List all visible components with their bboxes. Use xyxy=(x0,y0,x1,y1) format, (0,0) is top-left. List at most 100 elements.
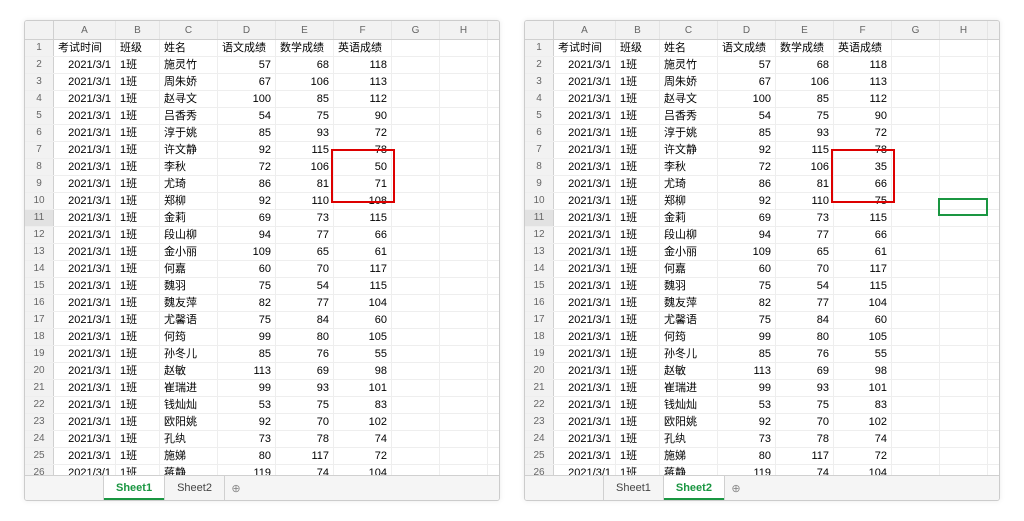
cell-A4[interactable]: 2021/3/1 xyxy=(554,91,616,107)
cell-C7[interactable]: 许文静 xyxy=(660,142,718,158)
cell-H3[interactable] xyxy=(440,74,488,90)
cell-E5[interactable]: 75 xyxy=(776,108,834,124)
row-header-9[interactable]: 9 xyxy=(525,176,554,192)
column-header-G[interactable]: G xyxy=(892,21,940,39)
column-header-D[interactable]: D xyxy=(218,21,276,39)
sheet-tab-sheet2[interactable]: Sheet2 xyxy=(165,476,225,500)
cell-G11[interactable] xyxy=(392,210,440,226)
header-cell-C[interactable]: 姓名 xyxy=(660,40,718,56)
cell-G24[interactable] xyxy=(392,431,440,447)
row-header-9[interactable]: 9 xyxy=(25,176,54,192)
cell-C7[interactable]: 许文静 xyxy=(160,142,218,158)
cell-H11[interactable] xyxy=(440,210,488,226)
cell-E22[interactable]: 75 xyxy=(276,397,334,413)
cell-B7[interactable]: 1班 xyxy=(616,142,660,158)
header-cell-D[interactable]: 语文成绩 xyxy=(218,40,276,56)
row-header-16[interactable]: 16 xyxy=(525,295,554,311)
cell-F3[interactable]: 113 xyxy=(834,74,892,90)
cell-B4[interactable]: 1班 xyxy=(616,91,660,107)
cell-D9[interactable]: 86 xyxy=(218,176,276,192)
row-header-12[interactable]: 12 xyxy=(25,227,54,243)
cell-A10[interactable]: 2021/3/1 xyxy=(54,193,116,209)
cell-F7[interactable]: 78 xyxy=(334,142,392,158)
cell-E11[interactable]: 73 xyxy=(276,210,334,226)
cell-H10[interactable] xyxy=(440,193,488,209)
row-header-23[interactable]: 23 xyxy=(25,414,54,430)
cell-B14[interactable]: 1班 xyxy=(616,261,660,277)
cell-B24[interactable]: 1班 xyxy=(616,431,660,447)
cell-E13[interactable]: 65 xyxy=(276,244,334,260)
cell-A5[interactable]: 2021/3/1 xyxy=(54,108,116,124)
cell-D13[interactable]: 109 xyxy=(218,244,276,260)
row-header-8[interactable]: 8 xyxy=(25,159,54,175)
row-header-4[interactable]: 4 xyxy=(25,91,54,107)
cell-D6[interactable]: 85 xyxy=(218,125,276,141)
cell-G22[interactable] xyxy=(892,397,940,413)
cell-D16[interactable]: 82 xyxy=(718,295,776,311)
cell-B8[interactable]: 1班 xyxy=(616,159,660,175)
cell-D19[interactable]: 85 xyxy=(718,346,776,362)
cell-B3[interactable]: 1班 xyxy=(616,74,660,90)
cell-C18[interactable]: 何筠 xyxy=(160,329,218,345)
cell-G17[interactable] xyxy=(392,312,440,328)
cell-C19[interactable]: 孙冬儿 xyxy=(160,346,218,362)
cell-B20[interactable]: 1班 xyxy=(116,363,160,379)
cell-C10[interactable]: 郑柳 xyxy=(160,193,218,209)
cell-F5[interactable]: 90 xyxy=(834,108,892,124)
column-header-B[interactable]: B xyxy=(116,21,160,39)
cell-H4[interactable] xyxy=(940,91,988,107)
cell-F5[interactable]: 90 xyxy=(334,108,392,124)
cell-D22[interactable]: 53 xyxy=(218,397,276,413)
cell-A20[interactable]: 2021/3/1 xyxy=(554,363,616,379)
cell-E11[interactable]: 73 xyxy=(776,210,834,226)
header-cell-F[interactable]: 英语成绩 xyxy=(334,40,392,56)
cell-G16[interactable] xyxy=(892,295,940,311)
sheet-tab-sheet1[interactable]: Sheet1 xyxy=(104,476,165,500)
header-cell-B[interactable]: 班级 xyxy=(116,40,160,56)
cell-C23[interactable]: 欧阳姚 xyxy=(660,414,718,430)
cell-C4[interactable]: 赵寻文 xyxy=(160,91,218,107)
cell-H20[interactable] xyxy=(940,363,988,379)
cell-F10[interactable]: 75 xyxy=(834,193,892,209)
cell-B13[interactable]: 1班 xyxy=(116,244,160,260)
cell-A21[interactable]: 2021/3/1 xyxy=(54,380,116,396)
cell-A25[interactable]: 2021/3/1 xyxy=(554,448,616,464)
cell-B10[interactable]: 1班 xyxy=(116,193,160,209)
cell-A11[interactable]: 2021/3/1 xyxy=(554,210,616,226)
cell-F4[interactable]: 112 xyxy=(834,91,892,107)
cell-G19[interactable] xyxy=(392,346,440,362)
cell-A22[interactable]: 2021/3/1 xyxy=(554,397,616,413)
cell-E23[interactable]: 70 xyxy=(276,414,334,430)
cell-A23[interactable]: 2021/3/1 xyxy=(554,414,616,430)
row-header-13[interactable]: 13 xyxy=(25,244,54,260)
cell-E15[interactable]: 54 xyxy=(276,278,334,294)
cell-F10[interactable]: 108 xyxy=(334,193,392,209)
cell-G23[interactable] xyxy=(392,414,440,430)
cell-D5[interactable]: 54 xyxy=(218,108,276,124)
cell-B16[interactable]: 1班 xyxy=(616,295,660,311)
cell-E4[interactable]: 85 xyxy=(276,91,334,107)
cell-C17[interactable]: 尤馨语 xyxy=(660,312,718,328)
cell-D19[interactable]: 85 xyxy=(218,346,276,362)
cell-E8[interactable]: 106 xyxy=(276,159,334,175)
cell-G10[interactable] xyxy=(892,193,940,209)
row-header-12[interactable]: 12 xyxy=(525,227,554,243)
cell-E19[interactable]: 76 xyxy=(776,346,834,362)
cell-B12[interactable]: 1班 xyxy=(116,227,160,243)
add-sheet-button[interactable]: ⊕ xyxy=(225,476,247,500)
cell-A13[interactable]: 2021/3/1 xyxy=(554,244,616,260)
cell-D21[interactable]: 99 xyxy=(718,380,776,396)
cell-A8[interactable]: 2021/3/1 xyxy=(54,159,116,175)
cell-A7[interactable]: 2021/3/1 xyxy=(54,142,116,158)
cell-H2[interactable] xyxy=(940,57,988,73)
row-header-17[interactable]: 17 xyxy=(525,312,554,328)
cell-F13[interactable]: 61 xyxy=(334,244,392,260)
cell-C6[interactable]: 淳于姚 xyxy=(660,125,718,141)
cell-D17[interactable]: 75 xyxy=(218,312,276,328)
cell-F24[interactable]: 74 xyxy=(334,431,392,447)
cell-C18[interactable]: 何筠 xyxy=(660,329,718,345)
cell-H4[interactable] xyxy=(440,91,488,107)
cell-E2[interactable]: 68 xyxy=(276,57,334,73)
cell-A9[interactable]: 2021/3/1 xyxy=(54,176,116,192)
cell-D14[interactable]: 60 xyxy=(718,261,776,277)
